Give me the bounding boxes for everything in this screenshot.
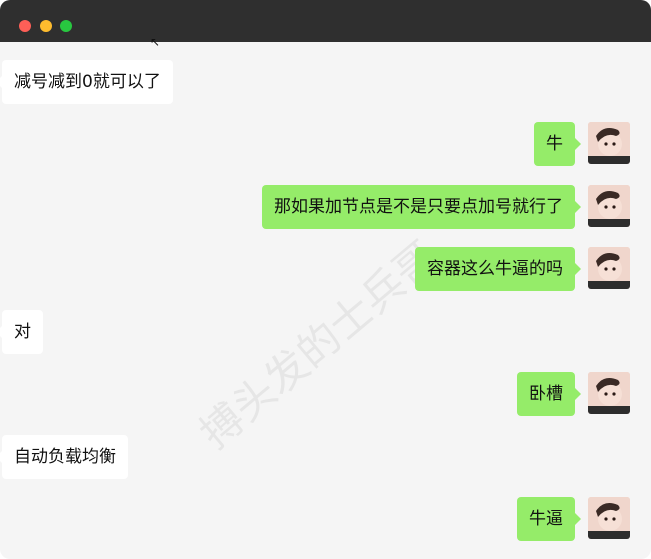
user-avatar[interactable] — [588, 497, 630, 539]
message-list[interactable]: 搏头发的士兵哥 减号减到0就可以了 牛 那如果加节点是不是只要点加号就行了 容器… — [0, 42, 651, 559]
message-bubble[interactable]: 牛 — [534, 122, 581, 166]
message-bubble[interactable]: 对 — [0, 310, 43, 354]
minimize-window-button[interactable] — [40, 20, 52, 32]
user-avatar[interactable] — [588, 185, 630, 227]
message-bubble[interactable]: 那如果加节点是不是只要点加号就行了 — [262, 185, 581, 229]
message-bubble[interactable]: 牛逼 — [517, 497, 581, 541]
message-bubble[interactable]: 减号减到0就可以了 — [0, 60, 173, 104]
user-avatar[interactable] — [588, 372, 630, 414]
user-avatar[interactable] — [588, 122, 630, 164]
watermark: 搏头发的士兵哥 — [190, 231, 448, 459]
message-bubble[interactable]: 自动负载均衡 — [0, 435, 128, 479]
message-bubble[interactable]: 容器这么牛逼的吗 — [415, 247, 581, 291]
message-bubble[interactable]: 卧槽 — [517, 372, 581, 416]
chat-window: ↖ 搏头发的士兵哥 减号减到0就可以了 牛 那如果加节点是不是只要点加号就行了 … — [0, 0, 651, 559]
user-avatar[interactable] — [588, 247, 630, 289]
title-bar — [0, 0, 651, 42]
maximize-window-button[interactable] — [60, 20, 72, 32]
close-window-button[interactable] — [19, 20, 31, 32]
